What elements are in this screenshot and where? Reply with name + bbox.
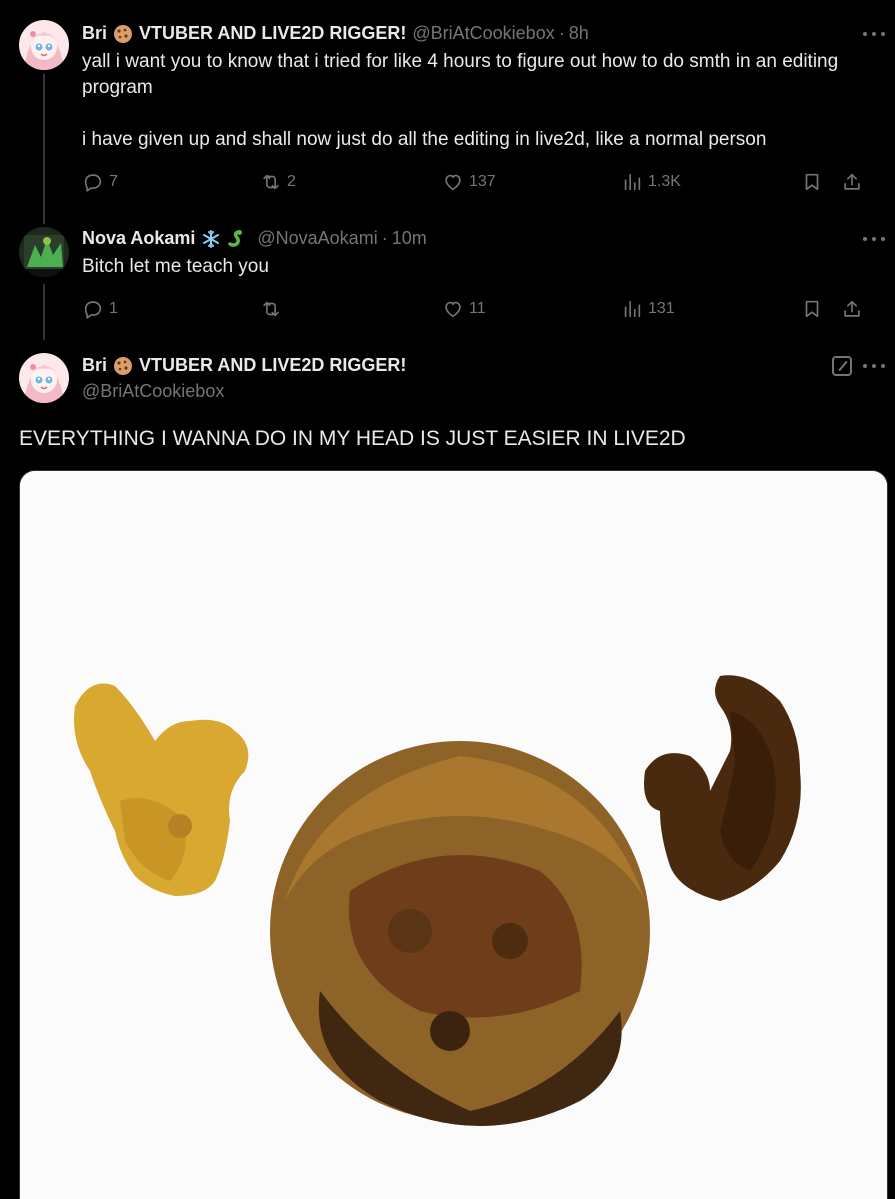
retweet-icon xyxy=(263,174,279,190)
snowflake-emoji-icon xyxy=(201,229,221,249)
cookie-emoji-icon xyxy=(113,24,133,44)
share-icon xyxy=(844,173,860,190)
media-image xyxy=(20,471,887,1199)
views-icon xyxy=(624,173,641,191)
tweet-text-paragraph-2: i have given up and shall now just do al… xyxy=(82,129,767,150)
views-count: 1.3K xyxy=(648,173,681,190)
views-icon xyxy=(624,300,641,318)
nova-avatar-image xyxy=(19,227,69,277)
author-handle[interactable]: @BriAtCookiebox xyxy=(82,381,224,402)
separator-dot: · xyxy=(558,23,565,43)
thread-line xyxy=(43,284,45,340)
like-count: 137 xyxy=(469,173,496,190)
tweet-text-paragraph-1: yall i want you to know that i tried for… xyxy=(82,51,839,98)
reply-count: 7 xyxy=(109,173,118,190)
bookmark-button[interactable] xyxy=(801,171,823,198)
reply-button[interactable]: 7 xyxy=(82,171,118,193)
reply-button[interactable]: 1 xyxy=(82,298,118,320)
grok-icon[interactable] xyxy=(832,356,852,376)
retweet-button[interactable] xyxy=(260,298,287,320)
tweet-1-header: Bri VTUBER AND LIVE2D RIGGER! @BriAtCook… xyxy=(82,23,589,44)
tweet-2[interactable]: Nova Aokami @NovaAokami · 10m Bitch let … xyxy=(0,210,895,340)
author-name-suffix[interactable]: VTUBER AND LIVE2D RIGGER! xyxy=(139,355,406,376)
reply-count: 1 xyxy=(109,300,118,317)
tweet-3-header: Bri VTUBER AND LIVE2D RIGGER! xyxy=(82,355,406,376)
share-button[interactable] xyxy=(841,298,863,325)
tweet-3-handle-row: @BriAtCookiebox xyxy=(82,381,224,402)
author-handle[interactable]: @NovaAokami xyxy=(257,228,377,249)
nova-avatar[interactable] xyxy=(19,227,69,277)
thread-line xyxy=(43,74,45,224)
views-button[interactable]: 131 xyxy=(621,298,675,320)
tweet-1[interactable]: Bri VTUBER AND LIVE2D RIGGER! @BriAtCook… xyxy=(0,0,895,224)
bri-avatar[interactable] xyxy=(19,353,69,403)
bri-avatar[interactable] xyxy=(19,20,69,70)
more-icon[interactable] xyxy=(863,363,885,369)
snake-emoji-icon xyxy=(225,229,245,249)
reply-icon xyxy=(84,301,102,319)
tweet-2-text: Bitch let me teach you xyxy=(82,254,855,280)
share-icon xyxy=(844,300,860,317)
tweet-time[interactable]: 10m xyxy=(392,228,427,249)
cookie-emoji-icon xyxy=(113,356,133,376)
like-button[interactable]: 11 xyxy=(442,298,486,320)
bri-avatar-image xyxy=(19,20,69,70)
like-button[interactable]: 137 xyxy=(442,171,496,193)
tweet-time[interactable]: 8h xyxy=(569,23,589,44)
tweet-3-text: EVERYTHING I WANNA DO IN MY HEAD IS JUST… xyxy=(19,427,686,450)
reply-icon xyxy=(84,174,102,192)
like-icon xyxy=(445,174,461,191)
separator-dot: · xyxy=(381,228,388,248)
share-button[interactable] xyxy=(841,171,863,198)
more-icon[interactable] xyxy=(863,236,885,242)
views-button[interactable]: 1.3K xyxy=(621,171,681,193)
author-name[interactable]: Nova Aokami xyxy=(82,228,195,249)
more-icon[interactable] xyxy=(863,31,885,37)
author-handle[interactable]: @BriAtCookiebox xyxy=(412,23,554,44)
bookmark-icon xyxy=(805,300,819,318)
retweet-button[interactable]: 2 xyxy=(260,171,296,193)
tweet-text-paragraph: Bitch let me teach you xyxy=(82,256,269,277)
tweet-1-text: yall i want you to know that i tried for… xyxy=(82,49,855,153)
bri-avatar-image xyxy=(19,353,69,403)
tweet-2-header: Nova Aokami @NovaAokami · 10m xyxy=(82,228,427,249)
tweet-1-actions: 7 2 137 1.3K xyxy=(82,171,870,195)
retweet-icon xyxy=(263,301,279,317)
tweet-2-actions: 1 11 131 xyxy=(82,298,870,322)
tweet-media-gif[interactable] xyxy=(19,470,888,1199)
author-name-suffix[interactable]: VTUBER AND LIVE2D RIGGER! xyxy=(139,23,406,44)
author-name[interactable]: Bri xyxy=(82,23,107,44)
retweet-count: 2 xyxy=(287,173,296,190)
author-name[interactable]: Bri xyxy=(82,355,107,376)
views-count: 131 xyxy=(648,300,675,317)
like-count: 11 xyxy=(469,300,486,317)
bookmark-button[interactable] xyxy=(801,298,823,325)
bookmark-icon xyxy=(805,173,819,191)
like-icon xyxy=(445,301,461,318)
